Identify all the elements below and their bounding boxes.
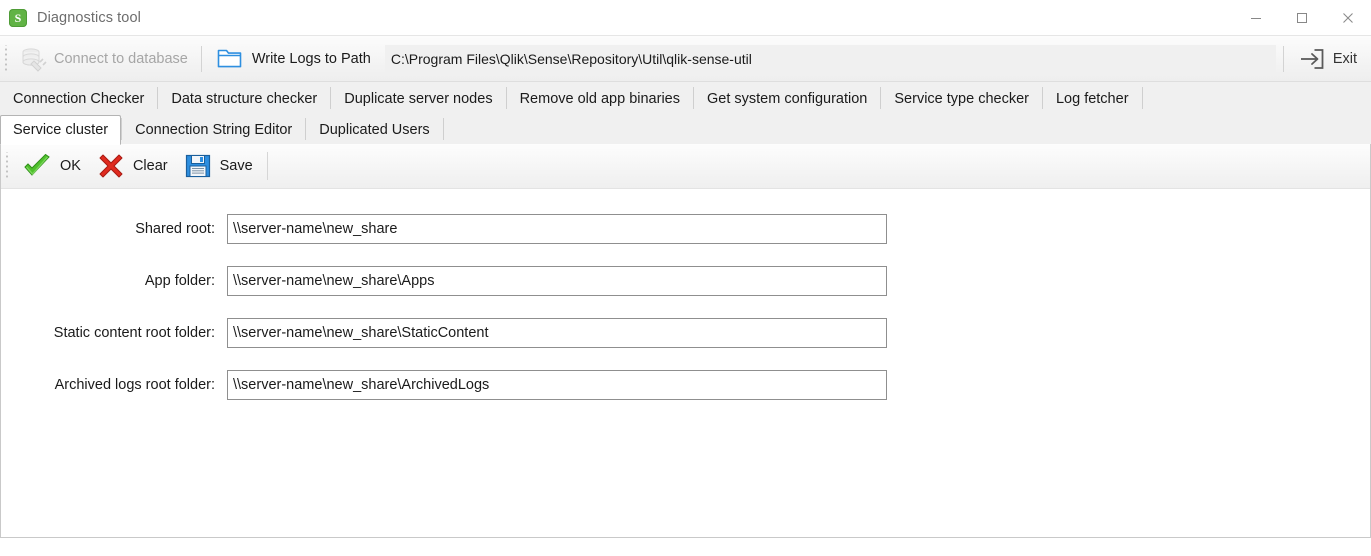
exit-label: Exit bbox=[1332, 50, 1357, 67]
tab-label: Data structure checker bbox=[171, 91, 318, 107]
tab-label: Duplicated Users bbox=[319, 122, 430, 138]
toolbar-separator-1 bbox=[200, 45, 202, 72]
tab-get-system-configuration[interactable]: Get system configuration bbox=[694, 84, 880, 114]
close-icon bbox=[1343, 12, 1353, 23]
main-toolbar: Connect to database Write Logs to Path E… bbox=[0, 35, 1371, 82]
qlik-sense-icon-glyph: S bbox=[14, 10, 22, 25]
log-path-input[interactable] bbox=[384, 44, 1276, 73]
cross-icon bbox=[99, 154, 123, 178]
floppy-disk-icon bbox=[185, 154, 210, 178]
minimize-icon bbox=[1251, 17, 1261, 19]
qlik-sense-icon: S bbox=[9, 8, 27, 27]
database-plug-icon bbox=[22, 47, 47, 72]
shared-root-input[interactable] bbox=[227, 214, 887, 244]
save-label: Save bbox=[219, 158, 253, 174]
tab-service-type-checker[interactable]: Service type checker bbox=[881, 84, 1042, 114]
minimize-button[interactable] bbox=[1233, 0, 1279, 35]
maximize-icon bbox=[1297, 12, 1307, 23]
tab-label: Connection String Editor bbox=[135, 122, 293, 138]
tab-label: Connection Checker bbox=[13, 91, 145, 107]
tab-duplicated-users[interactable]: Duplicated Users bbox=[306, 116, 442, 144]
exit-button[interactable]: Exit bbox=[1297, 45, 1371, 73]
tab-row-primary: Connection Checker Data structure checke… bbox=[0, 82, 1371, 114]
connect-to-database-button[interactable]: Connect to database bbox=[13, 39, 194, 79]
window-controls bbox=[1233, 0, 1371, 35]
tab-label: Log fetcher bbox=[1055, 91, 1129, 107]
ok-button[interactable]: OK bbox=[14, 147, 89, 185]
tab-duplicate-server-nodes[interactable]: Duplicate server nodes bbox=[331, 84, 505, 114]
tab-label: Duplicate server nodes bbox=[344, 91, 493, 107]
clear-label: Clear bbox=[132, 158, 168, 174]
action-toolbar: OK Clear Save bbox=[1, 144, 1370, 189]
ok-label: OK bbox=[60, 158, 81, 174]
check-icon bbox=[24, 153, 50, 176]
window-title: Diagnostics tool bbox=[37, 9, 141, 26]
service-cluster-form: Shared root: App folder: Static content … bbox=[1, 189, 1370, 401]
maximize-button[interactable] bbox=[1279, 0, 1325, 35]
tab-data-structure-checker[interactable]: Data structure checker bbox=[158, 84, 330, 114]
tab-connection-string-editor[interactable]: Connection String Editor bbox=[122, 116, 305, 144]
connect-to-database-label: Connect to database bbox=[54, 50, 188, 67]
toolbar-grip[interactable] bbox=[3, 44, 11, 73]
exit-door-icon bbox=[1300, 48, 1324, 69]
app-folder-label: App folder: bbox=[144, 273, 215, 289]
write-logs-to-path-label: Write Logs to Path bbox=[251, 50, 371, 67]
tab-label: Remove old app binaries bbox=[519, 91, 680, 107]
app-folder-input[interactable] bbox=[227, 266, 887, 296]
field-row-static-content-root-folder: Static content root folder: bbox=[1, 317, 1370, 349]
save-button[interactable]: Save bbox=[176, 147, 261, 185]
tab-divider bbox=[442, 118, 444, 140]
field-row-app-folder: App folder: bbox=[1, 265, 1370, 297]
tab-service-cluster[interactable]: Service cluster bbox=[0, 115, 122, 145]
tab-log-fetcher[interactable]: Log fetcher bbox=[1043, 84, 1142, 114]
static-content-root-folder-input[interactable] bbox=[227, 318, 887, 348]
action-toolbar-separator bbox=[266, 152, 268, 180]
tab-remove-old-app-binaries[interactable]: Remove old app binaries bbox=[507, 84, 693, 114]
toolbar-separator-2 bbox=[1282, 45, 1284, 72]
write-logs-to-path-button[interactable]: Write Logs to Path bbox=[209, 39, 377, 79]
tab-divider bbox=[1141, 87, 1143, 109]
field-row-archived-logs-root-folder: Archived logs root folder: bbox=[1, 369, 1370, 401]
tab-connection-checker[interactable]: Connection Checker bbox=[0, 84, 157, 114]
shared-root-label: Shared root: bbox=[135, 221, 215, 237]
clear-button[interactable]: Clear bbox=[89, 147, 176, 185]
archived-logs-root-folder-input[interactable] bbox=[227, 370, 887, 400]
archived-logs-root-folder-label: Archived logs root folder: bbox=[54, 377, 215, 393]
field-row-shared-root: Shared root: bbox=[1, 213, 1370, 245]
static-content-root-folder-label: Static content root folder: bbox=[53, 325, 215, 341]
tab-label: Service type checker bbox=[894, 91, 1029, 107]
tab-label: Get system configuration bbox=[706, 91, 868, 107]
folder-icon bbox=[217, 49, 242, 67]
action-toolbar-grip[interactable] bbox=[4, 152, 12, 180]
tab-row-secondary: Service cluster Connection String Editor… bbox=[0, 114, 1371, 145]
close-button[interactable] bbox=[1325, 0, 1371, 35]
service-cluster-panel: OK Clear Save Shared root: \\server-name… bbox=[0, 144, 1371, 538]
title-bar: S Diagnostics tool bbox=[0, 0, 1371, 35]
tab-label: Service cluster bbox=[13, 122, 109, 138]
